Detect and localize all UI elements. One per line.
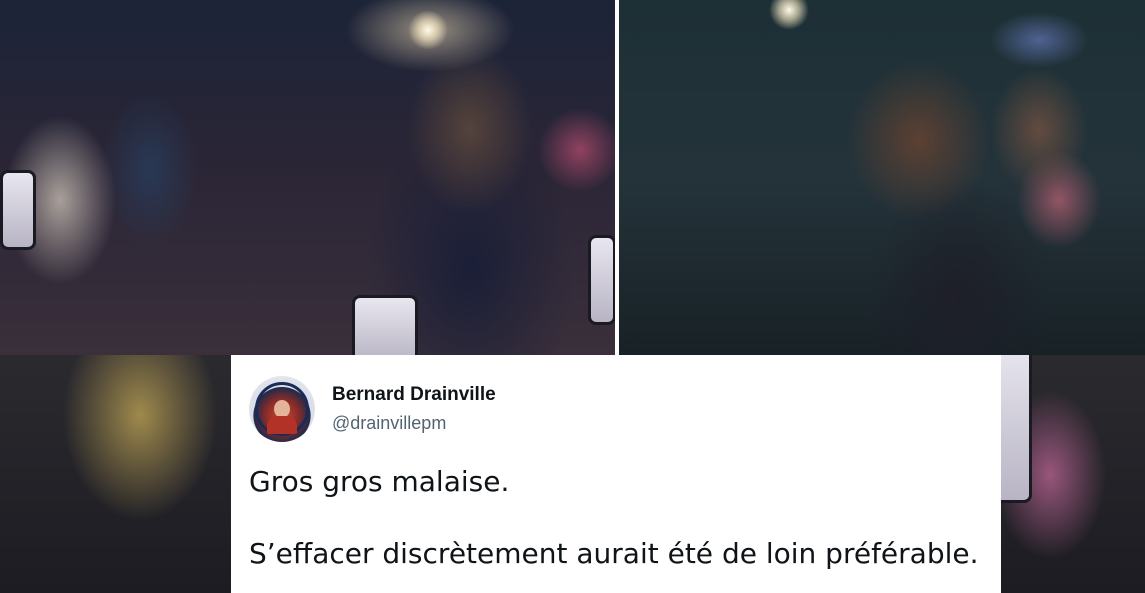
tweet-text: Gros gros malaise. S’effacer discrètemen… — [249, 464, 983, 572]
celebration-photo-left — [0, 0, 615, 355]
tweet-header: Bernard Drainville @drainvillepm — [249, 376, 983, 442]
screenshot-canvas: Bernard Drainville @drainvillepm Gros gr… — [0, 0, 1145, 593]
raised-phone — [0, 170, 36, 250]
author-handle[interactable]: @drainvillepm — [332, 411, 496, 435]
raised-phone — [352, 295, 418, 355]
tweet-author: Bernard Drainville @drainvillepm — [332, 383, 496, 435]
tweet-card[interactable]: Bernard Drainville @drainvillepm Gros gr… — [231, 355, 1001, 593]
stage-light — [769, 0, 809, 30]
profile-avatar[interactable] — [249, 376, 315, 442]
author-display-name[interactable]: Bernard Drainville — [332, 383, 496, 407]
raised-phone — [588, 235, 615, 325]
avatar-body — [267, 416, 297, 434]
tweet-paragraph: S’effacer discrètement aurait été de loi… — [249, 537, 979, 570]
stage-light — [408, 10, 448, 50]
celebration-photo-right — [619, 0, 1145, 355]
tweet-paragraph: Gros gros malaise. — [249, 465, 510, 498]
